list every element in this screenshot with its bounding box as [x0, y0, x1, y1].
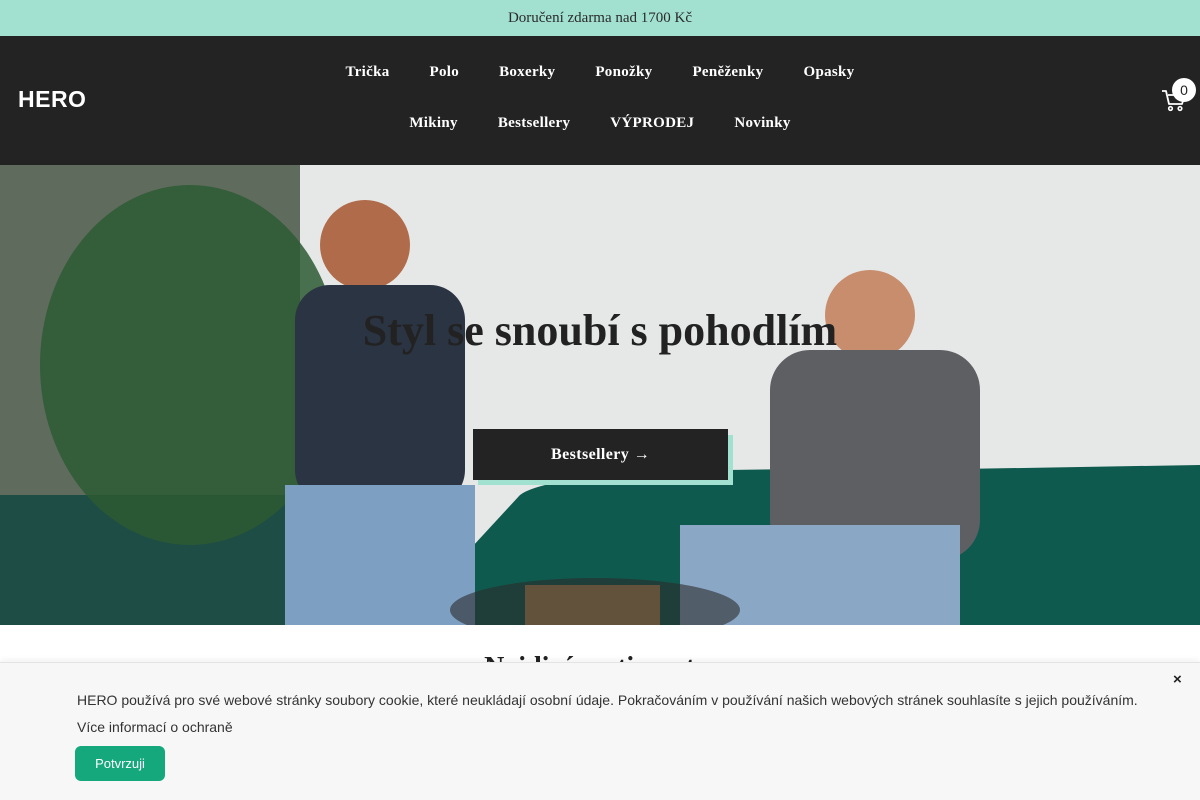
site-logo[interactable]: HERO	[18, 86, 86, 113]
nav-item-ponozky[interactable]: Ponožky	[575, 64, 672, 81]
announcement-text: Doručení zdarma nad 1700 Kč	[507, 9, 693, 26]
nav-item-polo[interactable]: Polo	[410, 64, 480, 81]
nav-item-vyprodej[interactable]: VÝPRODEJ	[590, 115, 714, 132]
hero-bestsellery-button[interactable]: Bestsellery →	[473, 429, 728, 480]
nav-item-boxerky[interactable]: Boxerky	[479, 64, 575, 81]
cookie-bar: × HERO používá pro své webové stránky so…	[0, 662, 1200, 800]
cookie-text: HERO používá pro své webové stránky soub…	[77, 692, 1138, 735]
nav-item-penezenky[interactable]: Peněženky	[672, 64, 783, 81]
nav-item-tricka[interactable]: Trička	[326, 64, 410, 81]
announcement-bar: Doručení zdarma nad 1700 Kč	[0, 0, 1200, 36]
hero-background-image	[0, 165, 1200, 625]
hero-banner: Styl se snoubí s pohodlím Bestsellery →	[0, 165, 1200, 625]
hero-title: Styl se snoubí s pohodlím	[362, 306, 838, 355]
nav-item-novinky[interactable]: Novinky	[714, 115, 810, 132]
nav-item-opasky[interactable]: Opasky	[783, 64, 874, 81]
main-nav-row-2: Mikiny Bestsellery VÝPRODEJ Novinky	[0, 115, 1200, 132]
main-nav-row-1: Trička Polo Boxerky Ponožky Peněženky Op…	[0, 64, 1200, 81]
close-icon[interactable]: ×	[1173, 671, 1182, 688]
cookie-confirm-button[interactable]: Potvrzuji	[75, 746, 165, 781]
site-header: HERO Trička Polo Boxerky Ponožky Peněžen…	[0, 36, 1200, 165]
cart-count-badge[interactable]: 0	[1172, 78, 1196, 102]
nav-item-bestsellery[interactable]: Bestsellery	[478, 115, 590, 132]
nav-item-mikiny[interactable]: Mikiny	[389, 115, 477, 132]
